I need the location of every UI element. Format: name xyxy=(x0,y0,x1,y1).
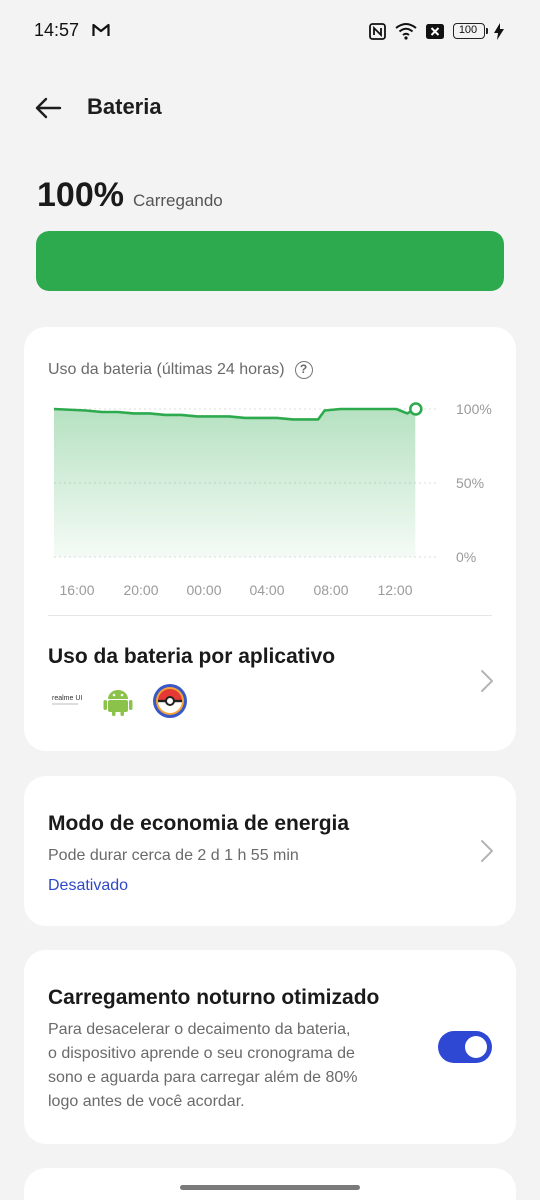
next-settings-card xyxy=(24,1168,516,1200)
chart-x-tick-label: 08:00 xyxy=(313,582,348,598)
power-saving-status: Desativado xyxy=(48,877,129,894)
no-sim-icon xyxy=(426,23,444,39)
charging-bolt-icon xyxy=(494,22,504,40)
battery-percentage: 100% xyxy=(37,176,124,214)
chart-x-tick-label: 20:00 xyxy=(123,582,158,598)
optimized-night-charging-card: Carregamento noturno otimizado Para desa… xyxy=(24,950,516,1144)
power-saving-title: Modo de economia de energia xyxy=(48,812,350,835)
realme-label: realme UI xyxy=(52,695,82,702)
arrow-left-icon xyxy=(35,97,62,119)
help-icon[interactable]: ? xyxy=(294,361,313,379)
back-button[interactable] xyxy=(28,92,68,124)
app-icons: realme UI xyxy=(48,683,188,719)
toggle-knob xyxy=(465,1036,487,1058)
description-line: logo antes de você acordar. xyxy=(48,1093,245,1110)
nfc-icon xyxy=(369,22,386,40)
page-title: Bateria xyxy=(87,94,162,119)
chart-x-tick-label: 04:00 xyxy=(249,582,284,598)
chart-area-fill xyxy=(54,409,416,557)
chevron-right-icon[interactable] xyxy=(480,669,494,693)
pokeball-icon xyxy=(152,683,188,719)
usage-chart-title: Uso da bateria (últimas 24 horas) xyxy=(48,361,285,378)
chart-x-tick-label: 12:00 xyxy=(377,582,412,598)
chart-y-tick-label: 50% xyxy=(456,475,484,491)
android-icon xyxy=(100,683,136,719)
charging-status: Carregando xyxy=(132,191,223,210)
battery-icon: 100 xyxy=(453,23,488,39)
night-charging-toggle[interactable] xyxy=(438,1031,492,1063)
chart-x-tick-label: 16:00 xyxy=(59,582,94,598)
description-line: Para desacelerar o decaimento da bateria… xyxy=(48,1021,351,1038)
night-charging-title: Carregamento noturno otimizado xyxy=(48,986,380,1009)
chart-y-tick-label: 0% xyxy=(456,549,476,565)
battery-level-bar xyxy=(36,231,504,291)
gmail-icon xyxy=(92,23,110,36)
card-divider xyxy=(48,615,492,616)
chart-last-point xyxy=(409,402,423,416)
app-header: Bateria xyxy=(0,80,540,136)
night-charging-description: Para desacelerar o decaimento da bateria… xyxy=(48,1018,358,1114)
realme-icon: realme UI xyxy=(48,683,84,719)
app-usage-title: Uso da bateria por aplicativo xyxy=(48,645,336,668)
usage-chart-header: Uso da bateria (últimas 24 horas) ? xyxy=(48,361,313,379)
wifi-icon xyxy=(395,23,417,40)
status-time: 14:57 xyxy=(34,20,80,40)
battery-level-fill xyxy=(36,231,504,291)
battery-usage-chart[interactable]: 100% 50% 0% 16:00 20:00 00:00 04:00 08:00 12:00 xyxy=(24,397,516,607)
description-line: sono e aguarda para carregar além de 80% xyxy=(48,1069,358,1086)
status-icons: 100 xyxy=(369,19,504,43)
battery-usage-card: Uso da bateria (últimas 24 horas) ? 100%… xyxy=(24,327,516,751)
power-saving-card[interactable]: Modo de economia de energia Pode durar c… xyxy=(24,776,516,926)
battery-level-row: 100% Carregando xyxy=(37,176,223,215)
status-bar: 14:57 100 xyxy=(0,0,540,62)
home-indicator[interactable] xyxy=(180,1185,360,1190)
description-line: o dispositivo aprende o seu cronograma d… xyxy=(48,1045,355,1062)
power-saving-estimate: Pode durar cerca de 2 d 1 h 55 min xyxy=(48,847,299,864)
chevron-right-icon[interactable] xyxy=(480,839,494,863)
chart-y-tick-label: 100% xyxy=(456,401,492,417)
chart-x-tick-label: 00:00 xyxy=(186,582,221,598)
